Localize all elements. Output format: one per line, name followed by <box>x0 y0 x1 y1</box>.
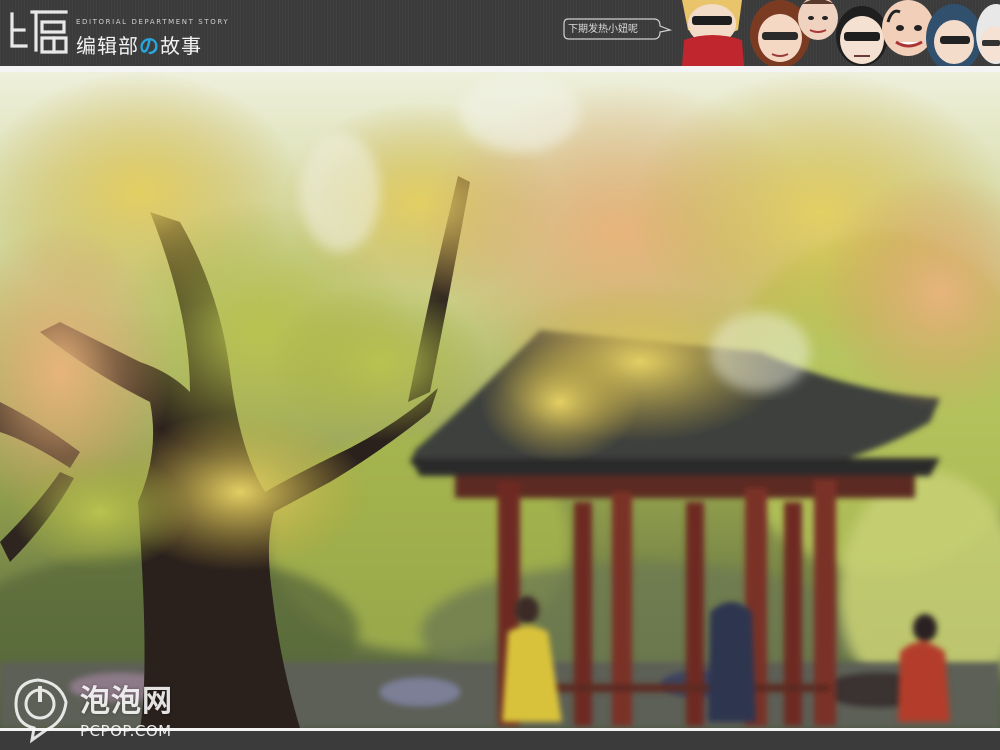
brand-title-pre: 编辑部 <box>76 34 139 58</box>
watermark-text-en: PCPOP.COM <box>80 722 172 740</box>
brand-title-post: 故事 <box>160 34 202 58</box>
cartoon-face-5 <box>882 0 934 56</box>
logo-icon <box>10 10 68 54</box>
cartoon-face-7 <box>976 4 1000 64</box>
brand-title: 编辑部の故事 <box>76 30 202 59</box>
cartoon-face-1 <box>682 0 744 66</box>
watermark-text-cn: 泡泡网 <box>80 684 173 719</box>
power-icon <box>14 678 68 744</box>
autumn-pavilion-photo <box>0 72 1000 728</box>
cartoon-face-6 <box>926 4 982 66</box>
main-photo <box>0 72 1000 728</box>
cartoon-faces-illustration <box>682 0 1000 66</box>
brand-title-no: の <box>139 34 160 58</box>
brand-subtitle: EDITORIAL DEPARTMENT STORY <box>76 18 230 26</box>
cartoon-face-4 <box>836 6 888 66</box>
header-bar: EDITORIAL DEPARTMENT STORY 编辑部の故事 下期发热小妞… <box>0 0 1000 66</box>
bubble-text: 下期发热小妞呢 <box>568 24 638 35</box>
